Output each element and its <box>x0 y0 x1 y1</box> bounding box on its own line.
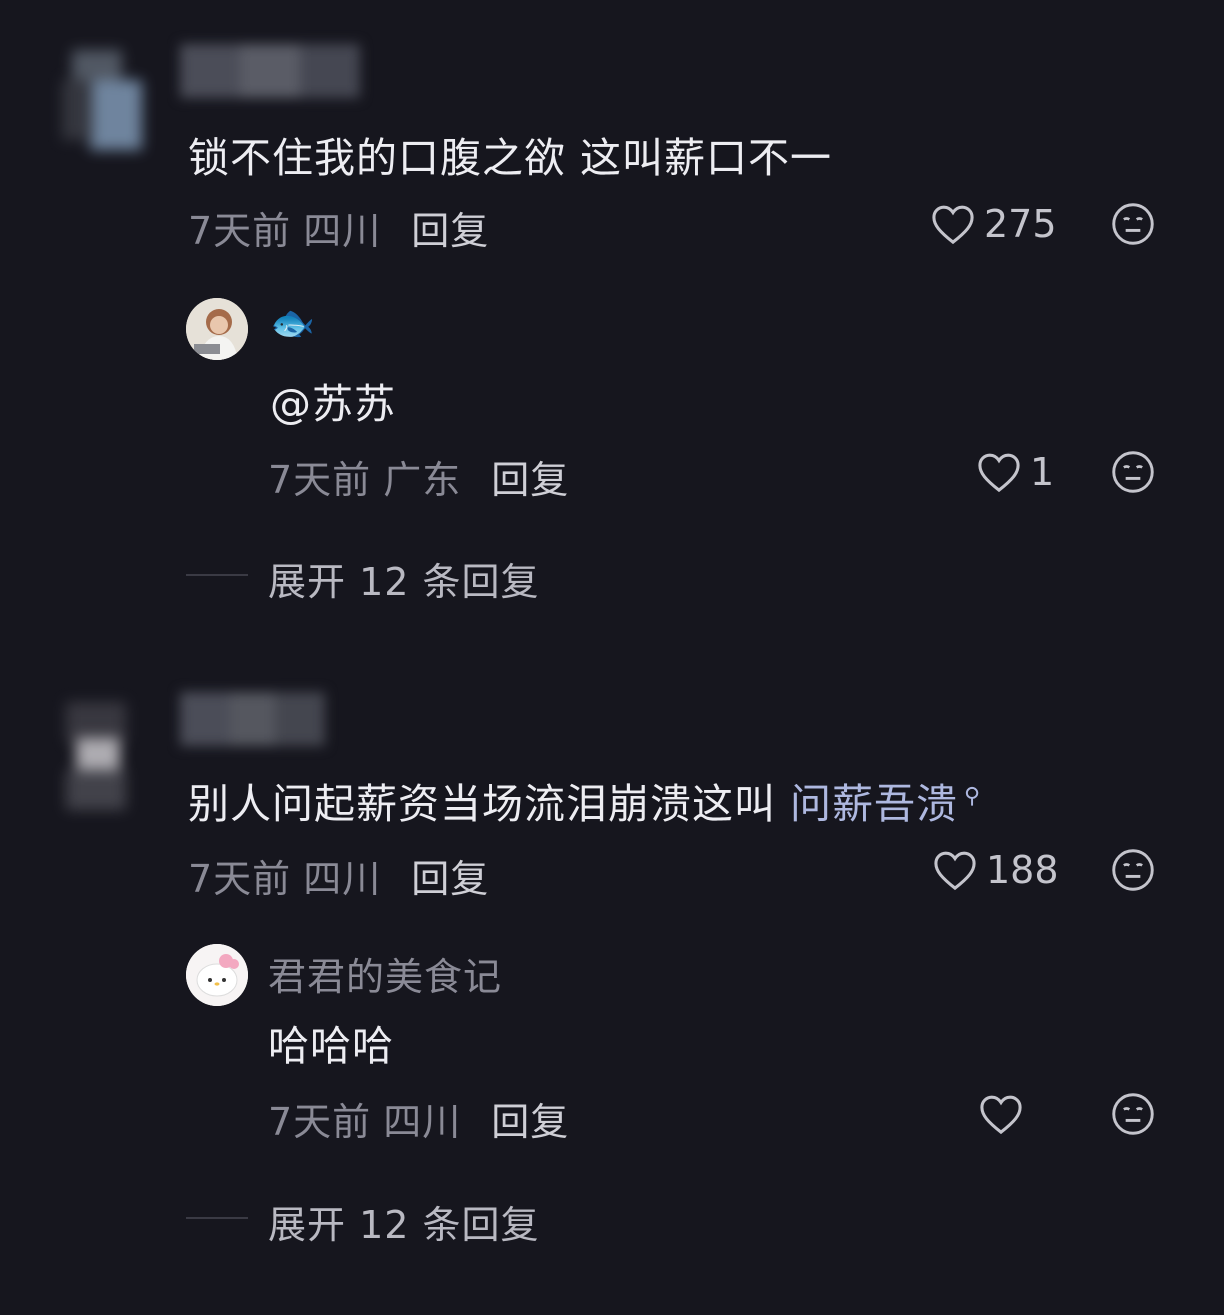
comment-text-main: 别人问起薪资当场流泪崩溃这叫 <box>188 780 791 828</box>
like-button[interactable]: 275 <box>930 200 1057 248</box>
reply-username[interactable]: 君君的美食记 <box>268 946 502 1001</box>
divider <box>186 1217 248 1219</box>
timestamp: 7天前 <box>188 209 292 253</box>
reply-text: 哈哈哈 <box>268 1022 394 1070</box>
like-button[interactable]: 188 <box>932 846 1059 894</box>
like-count: 188 <box>986 848 1059 892</box>
heart-outline-icon <box>980 1095 1022 1135</box>
reply-button[interactable]: 回复 <box>411 209 489 253</box>
timestamp: 7天前 <box>188 857 292 901</box>
search-icon[interactable]: ⚲ <box>964 784 981 809</box>
emoji-face-icon[interactable] <box>1111 848 1155 896</box>
avatar[interactable] <box>52 40 162 170</box>
comment-text: 别人问起薪资当场流泪崩溃这叫 问薪吾溃 ⚲ <box>188 770 981 830</box>
divider <box>186 574 248 576</box>
username[interactable] <box>180 44 360 98</box>
expand-replies-button[interactable]: 展开 12 条回复 <box>268 1194 540 1249</box>
reply-meta: 7天前 广东 回复 <box>268 449 569 504</box>
emoji-face-icon[interactable] <box>1111 450 1155 498</box>
reply-username[interactable]: 🐟 <box>270 302 315 344</box>
username[interactable] <box>180 692 325 746</box>
search-keyword-link[interactable]: 问薪吾溃 <box>790 780 958 828</box>
comment-text: 锁不住我的口腹之欲 这叫薪口不一 <box>188 134 833 182</box>
reply-button[interactable]: 回复 <box>491 458 569 502</box>
comment-meta: 7天前 四川 回复 <box>188 848 489 903</box>
like-button[interactable] <box>978 1090 1032 1138</box>
location: 四川 <box>383 1100 462 1144</box>
heart-outline-icon <box>934 851 976 891</box>
heart-outline-icon <box>932 205 974 245</box>
reply-button[interactable]: 回复 <box>411 857 489 901</box>
location: 四川 <box>303 857 382 901</box>
avatar[interactable] <box>52 690 162 820</box>
reply-avatar[interactable] <box>186 944 248 1006</box>
comment-meta: 7天前 四川 回复 <box>188 200 489 255</box>
reply-button[interactable]: 回复 <box>491 1100 569 1144</box>
location: 广东 <box>383 458 462 502</box>
reply-avatar[interactable] <box>186 298 248 360</box>
emoji-face-icon[interactable] <box>1111 1092 1155 1140</box>
location: 四川 <box>303 209 382 253</box>
like-count: 1 <box>1030 450 1055 494</box>
comment-list: 锁不住我的口腹之欲 这叫薪口不一 7天前 四川 回复 275 🐟 @苏苏 7天前 广东… <box>0 0 1224 1315</box>
reply-text: @苏苏 <box>270 380 396 428</box>
like-count: 275 <box>984 202 1057 246</box>
like-button[interactable]: 1 <box>976 448 1054 496</box>
timestamp: 7天前 <box>268 458 372 502</box>
heart-outline-icon <box>978 453 1020 493</box>
emoji-face-icon[interactable] <box>1111 202 1155 250</box>
reply-meta: 7天前 四川 回复 <box>268 1091 569 1146</box>
timestamp: 7天前 <box>268 1100 372 1144</box>
expand-replies-button[interactable]: 展开 12 条回复 <box>268 551 540 606</box>
